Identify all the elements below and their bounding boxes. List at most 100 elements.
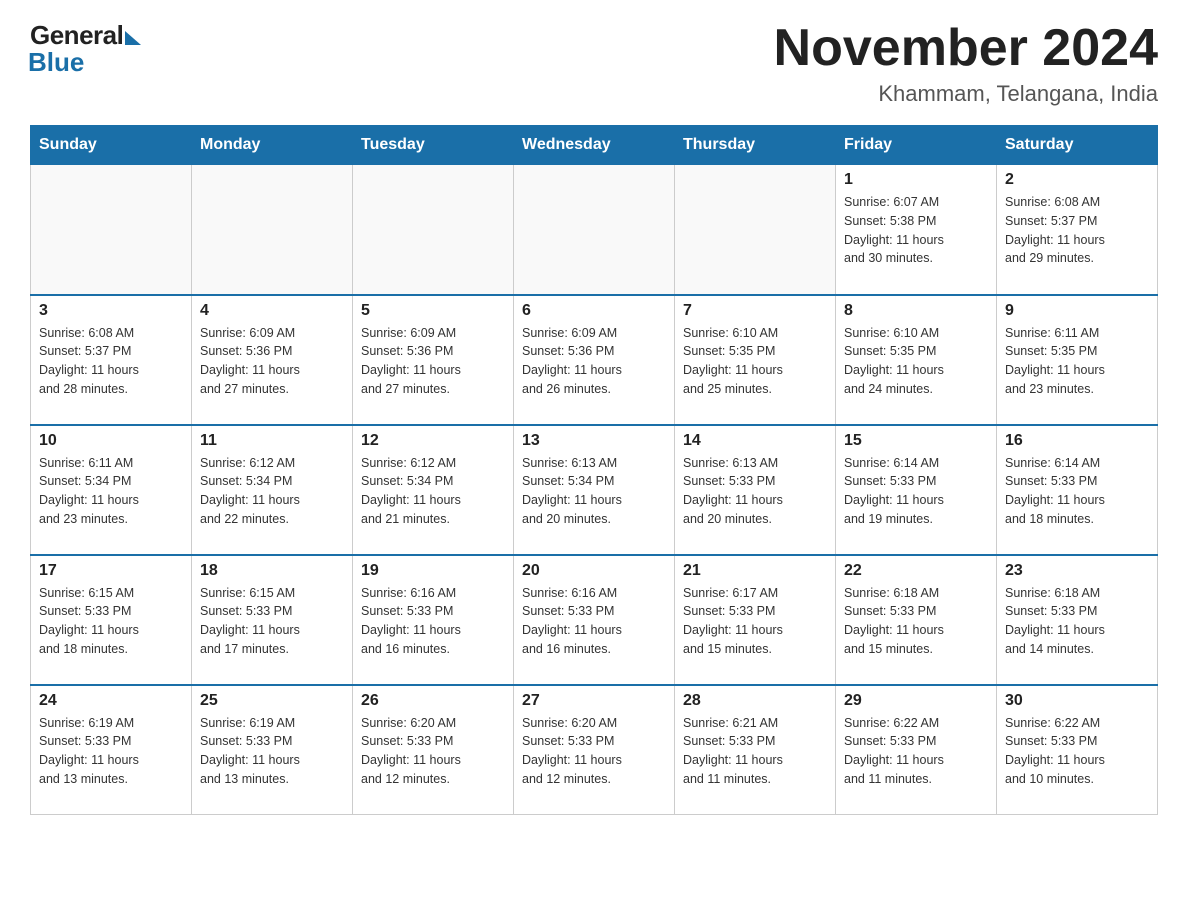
header-wednesday: Wednesday bbox=[514, 126, 675, 165]
day-info: Sunrise: 6:17 AMSunset: 5:33 PMDaylight:… bbox=[683, 584, 827, 659]
calendar-cell: 19 Sunrise: 6:16 AMSunset: 5:33 PMDayligh… bbox=[353, 555, 514, 685]
day-number: 28 bbox=[683, 692, 827, 710]
calendar-cell: 1 Sunrise: 6:07 AMSunset: 5:38 PMDaylight… bbox=[836, 165, 997, 295]
day-info: Sunrise: 6:20 AMSunset: 5:33 PMDaylight:… bbox=[522, 714, 666, 789]
calendar-cell: 11 Sunrise: 6:12 AMSunset: 5:34 PMDayligh… bbox=[192, 425, 353, 555]
day-number: 8 bbox=[844, 302, 988, 320]
day-number: 16 bbox=[1005, 432, 1149, 450]
day-number: 12 bbox=[361, 432, 505, 450]
day-info: Sunrise: 6:18 AMSunset: 5:33 PMDaylight:… bbox=[1005, 584, 1149, 659]
day-info: Sunrise: 6:10 AMSunset: 5:35 PMDaylight:… bbox=[683, 324, 827, 399]
day-info: Sunrise: 6:19 AMSunset: 5:33 PMDaylight:… bbox=[39, 714, 183, 789]
day-number: 7 bbox=[683, 302, 827, 320]
day-info: Sunrise: 6:16 AMSunset: 5:33 PMDaylight:… bbox=[361, 584, 505, 659]
calendar-cell bbox=[514, 165, 675, 295]
day-info: Sunrise: 6:11 AMSunset: 5:34 PMDaylight:… bbox=[39, 454, 183, 529]
day-number: 17 bbox=[39, 562, 183, 580]
day-number: 6 bbox=[522, 302, 666, 320]
day-number: 25 bbox=[200, 692, 344, 710]
day-info: Sunrise: 6:10 AMSunset: 5:35 PMDaylight:… bbox=[844, 324, 988, 399]
calendar-cell bbox=[192, 165, 353, 295]
day-info: Sunrise: 6:09 AMSunset: 5:36 PMDaylight:… bbox=[522, 324, 666, 399]
calendar-week-2: 3 Sunrise: 6:08 AMSunset: 5:37 PMDaylight… bbox=[31, 295, 1158, 425]
day-number: 11 bbox=[200, 432, 344, 450]
page-header: General Blue November 2024 Khammam, Tela… bbox=[30, 20, 1158, 107]
day-info: Sunrise: 6:19 AMSunset: 5:33 PMDaylight:… bbox=[200, 714, 344, 789]
calendar-cell: 12 Sunrise: 6:12 AMSunset: 5:34 PMDayligh… bbox=[353, 425, 514, 555]
day-number: 29 bbox=[844, 692, 988, 710]
day-info: Sunrise: 6:12 AMSunset: 5:34 PMDaylight:… bbox=[200, 454, 344, 529]
location-text: Khammam, Telangana, India bbox=[774, 81, 1158, 107]
day-info: Sunrise: 6:13 AMSunset: 5:34 PMDaylight:… bbox=[522, 454, 666, 529]
calendar-header-row: SundayMondayTuesdayWednesdayThursdayFrid… bbox=[31, 126, 1158, 165]
calendar-cell: 5Sunrise: 6:09 AMSunset: 5:36 PMDaylight… bbox=[353, 295, 514, 425]
calendar-cell: 20 Sunrise: 6:16 AMSunset: 5:33 PMDayligh… bbox=[514, 555, 675, 685]
calendar-cell: 3 Sunrise: 6:08 AMSunset: 5:37 PMDaylight… bbox=[31, 295, 192, 425]
calendar-cell: 8 Sunrise: 6:10 AMSunset: 5:35 PMDaylight… bbox=[836, 295, 997, 425]
day-number: 26 bbox=[361, 692, 505, 710]
logo: General Blue bbox=[30, 20, 141, 78]
day-number: 2 bbox=[1005, 171, 1149, 189]
calendar-cell: 21 Sunrise: 6:17 AMSunset: 5:33 PMDayligh… bbox=[675, 555, 836, 685]
day-number: 20 bbox=[522, 562, 666, 580]
day-info: Sunrise: 6:18 AMSunset: 5:33 PMDaylight:… bbox=[844, 584, 988, 659]
header-monday: Monday bbox=[192, 126, 353, 165]
day-number: 14 bbox=[683, 432, 827, 450]
day-number: 4 bbox=[200, 302, 344, 320]
calendar-cell: 16 Sunrise: 6:14 AMSunset: 5:33 PMDayligh… bbox=[997, 425, 1158, 555]
day-info: Sunrise: 6:08 AMSunset: 5:37 PMDaylight:… bbox=[39, 324, 183, 399]
calendar-cell: 4 Sunrise: 6:09 AMSunset: 5:36 PMDaylight… bbox=[192, 295, 353, 425]
calendar-week-4: 17 Sunrise: 6:15 AMSunset: 5:33 PMDayligh… bbox=[31, 555, 1158, 685]
calendar-cell: 29 Sunrise: 6:22 AMSunset: 5:33 PMDayligh… bbox=[836, 685, 997, 815]
day-number: 18 bbox=[200, 562, 344, 580]
day-info: Sunrise: 6:20 AMSunset: 5:33 PMDaylight:… bbox=[361, 714, 505, 789]
calendar-cell: 24 Sunrise: 6:19 AMSunset: 5:33 PMDayligh… bbox=[31, 685, 192, 815]
day-number: 19 bbox=[361, 562, 505, 580]
calendar-cell: 10 Sunrise: 6:11 AMSunset: 5:34 PMDayligh… bbox=[31, 425, 192, 555]
header-friday: Friday bbox=[836, 126, 997, 165]
calendar-cell: 28Sunrise: 6:21 AMSunset: 5:33 PMDayligh… bbox=[675, 685, 836, 815]
day-number: 27 bbox=[522, 692, 666, 710]
calendar-cell: 9Sunrise: 6:11 AMSunset: 5:35 PMDaylight… bbox=[997, 295, 1158, 425]
calendar-cell: 17 Sunrise: 6:15 AMSunset: 5:33 PMDayligh… bbox=[31, 555, 192, 685]
day-info: Sunrise: 6:07 AMSunset: 5:38 PMDaylight:… bbox=[844, 193, 988, 268]
calendar-cell bbox=[353, 165, 514, 295]
calendar-cell: 7 Sunrise: 6:10 AMSunset: 5:35 PMDaylight… bbox=[675, 295, 836, 425]
calendar-cell: 25 Sunrise: 6:19 AMSunset: 5:33 PMDayligh… bbox=[192, 685, 353, 815]
calendar-cell bbox=[31, 165, 192, 295]
calendar-cell: 6 Sunrise: 6:09 AMSunset: 5:36 PMDaylight… bbox=[514, 295, 675, 425]
day-number: 1 bbox=[844, 171, 988, 189]
day-number: 23 bbox=[1005, 562, 1149, 580]
day-info: Sunrise: 6:14 AMSunset: 5:33 PMDaylight:… bbox=[844, 454, 988, 529]
day-info: Sunrise: 6:11 AMSunset: 5:35 PMDaylight:… bbox=[1005, 324, 1149, 399]
calendar-week-5: 24 Sunrise: 6:19 AMSunset: 5:33 PMDayligh… bbox=[31, 685, 1158, 815]
day-number: 13 bbox=[522, 432, 666, 450]
calendar-cell: 27 Sunrise: 6:20 AMSunset: 5:33 PMDayligh… bbox=[514, 685, 675, 815]
day-info: Sunrise: 6:13 AMSunset: 5:33 PMDaylight:… bbox=[683, 454, 827, 529]
calendar-cell: 14 Sunrise: 6:13 AMSunset: 5:33 PMDayligh… bbox=[675, 425, 836, 555]
day-number: 21 bbox=[683, 562, 827, 580]
header-thursday: Thursday bbox=[675, 126, 836, 165]
day-info: Sunrise: 6:15 AMSunset: 5:33 PMDaylight:… bbox=[200, 584, 344, 659]
day-number: 5 bbox=[361, 302, 505, 320]
day-number: 10 bbox=[39, 432, 183, 450]
day-info: Sunrise: 6:22 AMSunset: 5:33 PMDaylight:… bbox=[844, 714, 988, 789]
day-info: Sunrise: 6:08 AMSunset: 5:37 PMDaylight:… bbox=[1005, 193, 1149, 268]
day-info: Sunrise: 6:22 AMSunset: 5:33 PMDaylight:… bbox=[1005, 714, 1149, 789]
logo-blue-text: Blue bbox=[28, 47, 84, 78]
calendar-cell: 26 Sunrise: 6:20 AMSunset: 5:33 PMDayligh… bbox=[353, 685, 514, 815]
day-number: 22 bbox=[844, 562, 988, 580]
logo-arrow-icon bbox=[125, 31, 141, 45]
day-info: Sunrise: 6:16 AMSunset: 5:33 PMDaylight:… bbox=[522, 584, 666, 659]
day-number: 15 bbox=[844, 432, 988, 450]
day-number: 3 bbox=[39, 302, 183, 320]
calendar-week-1: 1 Sunrise: 6:07 AMSunset: 5:38 PMDaylight… bbox=[31, 165, 1158, 295]
day-number: 24 bbox=[39, 692, 183, 710]
day-info: Sunrise: 6:14 AMSunset: 5:33 PMDaylight:… bbox=[1005, 454, 1149, 529]
calendar-cell: 15 Sunrise: 6:14 AMSunset: 5:33 PMDayligh… bbox=[836, 425, 997, 555]
day-info: Sunrise: 6:09 AMSunset: 5:36 PMDaylight:… bbox=[200, 324, 344, 399]
day-number: 30 bbox=[1005, 692, 1149, 710]
day-info: Sunrise: 6:12 AMSunset: 5:34 PMDaylight:… bbox=[361, 454, 505, 529]
header-tuesday: Tuesday bbox=[353, 126, 514, 165]
day-info: Sunrise: 6:15 AMSunset: 5:33 PMDaylight:… bbox=[39, 584, 183, 659]
